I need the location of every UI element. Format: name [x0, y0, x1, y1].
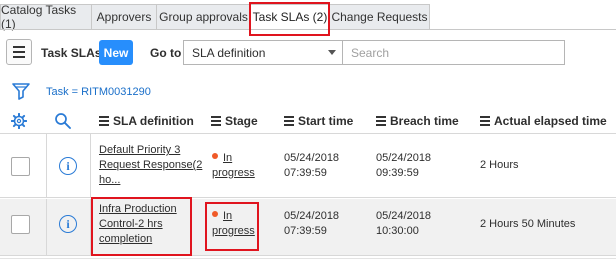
- tab-catalog-tasks[interactable]: Catalog Tasks (1): [0, 3, 92, 31]
- list-menu-button[interactable]: [6, 39, 32, 65]
- column-divider: [46, 134, 47, 197]
- column-header-sla-definition[interactable]: SLA definition: [99, 114, 194, 128]
- tab-group-approvals[interactable]: Group approvals: [157, 4, 251, 30]
- search-icon[interactable]: [54, 112, 72, 130]
- column-menu-icon[interactable]: [480, 116, 490, 126]
- gear-icon[interactable]: [11, 113, 27, 129]
- highlight-box-tab: [249, 2, 330, 36]
- info-icon[interactable]: i: [59, 157, 77, 175]
- stage-link[interactable]: In progress: [212, 151, 255, 181]
- goto-selected-value: SLA definition: [192, 45, 266, 60]
- actual-elapsed-time-value: 2 Hours: [480, 159, 519, 171]
- new-button[interactable]: New: [99, 40, 133, 65]
- tab-approvers[interactable]: Approvers: [92, 4, 157, 30]
- filter-breadcrumb: Task = RITM0031290: [0, 82, 616, 102]
- search-input[interactable]: [343, 40, 565, 65]
- breach-clock-text: 09:39:59: [376, 167, 419, 179]
- stage-text: In: [223, 152, 233, 164]
- list-title: Task SLAs: [41, 46, 102, 60]
- column-menu-icon[interactable]: [284, 116, 294, 126]
- column-menu-icon[interactable]: [376, 116, 386, 126]
- start-date-text: 05/24/2018: [284, 152, 340, 164]
- goto-label: Go to: [150, 46, 182, 60]
- breach-date-text: 05/24/2018: [376, 210, 432, 222]
- filter-icon[interactable]: [12, 82, 30, 100]
- start-date-text: 05/24/2018: [284, 210, 340, 222]
- actual-elapsed-time-value: 2 Hours 50 Minutes: [480, 218, 576, 230]
- breach-date-text: 05/24/2018: [376, 152, 432, 164]
- stage-status-dot: [212, 153, 218, 159]
- column-header-label: Start time: [298, 114, 354, 128]
- tab-change-requests[interactable]: Change Requests: [330, 4, 430, 30]
- column-header-start-time[interactable]: Start time: [284, 114, 353, 128]
- list-toolbar: Task SLAs New Go to SLA definition: [0, 36, 616, 70]
- info-icon[interactable]: i: [59, 215, 77, 233]
- row-select-checkbox[interactable]: [11, 215, 30, 234]
- column-header-label: Stage: [225, 114, 258, 128]
- column-header-label: Actual elapsed time: [494, 114, 607, 128]
- start-clock-text: 07:39:59: [284, 167, 327, 179]
- start-time-value: 05/24/2018 07:39:59: [284, 209, 339, 239]
- column-divider: [90, 134, 91, 197]
- column-header-label: Breach time: [390, 114, 459, 128]
- highlight-box-stage: [205, 202, 259, 251]
- column-menu-icon[interactable]: [211, 116, 221, 126]
- column-header-label: SLA definition: [113, 114, 194, 128]
- column-header-stage[interactable]: Stage: [211, 114, 258, 128]
- column-divider: [46, 199, 47, 255]
- sla-definition-text: Default Priority 3: [99, 144, 181, 156]
- chevron-down-icon: [328, 50, 336, 55]
- goto-field-select[interactable]: SLA definition: [183, 40, 343, 65]
- highlight-box-sla-definition: [91, 197, 192, 256]
- breach-clock-text: 10:30:00: [376, 225, 419, 237]
- column-header-actual-elapsed-time[interactable]: Actual elapsed time: [480, 114, 607, 128]
- start-time-value: 05/24/2018 07:39:59: [284, 151, 339, 181]
- sla-definition-text: ho...: [99, 174, 121, 186]
- column-menu-icon[interactable]: [99, 116, 109, 126]
- breach-time-value: 05/24/2018 10:30:00: [376, 209, 431, 239]
- hamburger-icon: [13, 46, 25, 48]
- table-row[interactable]: i Default Priority 3 Request Response(2 …: [0, 134, 616, 198]
- sla-definition-link[interactable]: Default Priority 3 Request Response(2 ho…: [99, 143, 209, 188]
- related-list-tabs: Catalog Tasks (1) Approvers Group approv…: [0, 3, 430, 31]
- hamburger-icon-line: [13, 56, 25, 58]
- column-header-breach-time[interactable]: Breach time: [376, 114, 459, 128]
- sla-definition-text: Request Response(2: [99, 159, 203, 171]
- row-select-checkbox[interactable]: [11, 157, 30, 176]
- list-header-row: SLA definition Stage Start time Breach t…: [0, 108, 616, 134]
- breach-time-value: 05/24/2018 09:39:59: [376, 151, 431, 181]
- filter-condition-link[interactable]: Task = RITM0031290: [46, 86, 151, 98]
- hamburger-icon-line: [13, 51, 25, 53]
- table-bottom-border: [0, 258, 616, 259]
- stage-text: progress: [212, 167, 255, 179]
- start-clock-text: 07:39:59: [284, 225, 327, 237]
